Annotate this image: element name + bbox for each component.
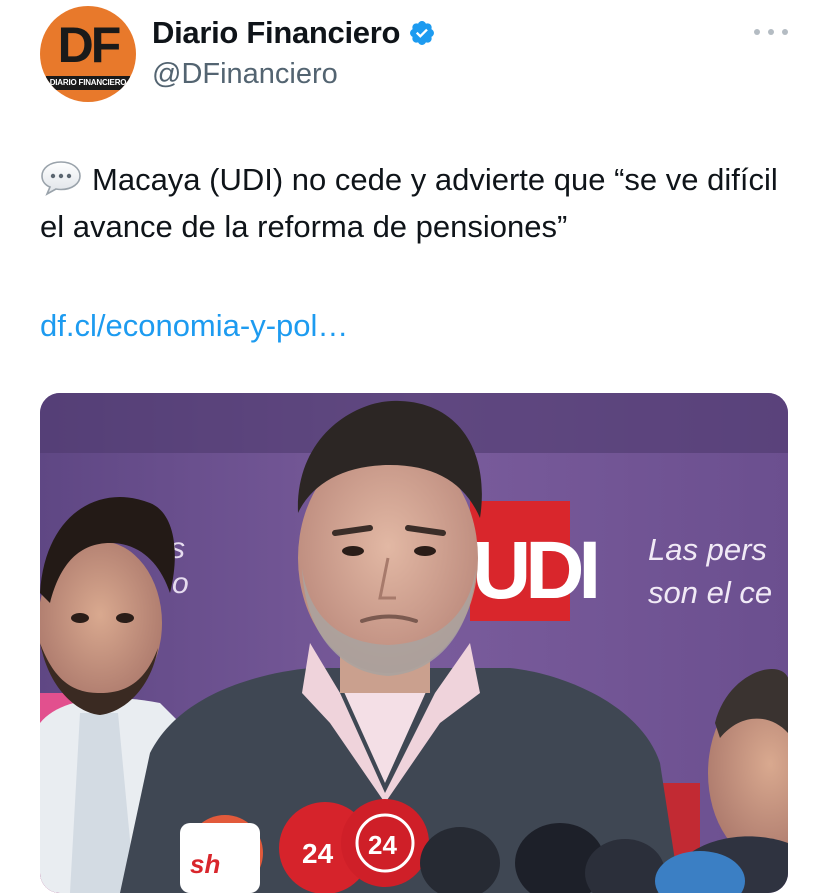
display-name[interactable]: Diario Financiero [152,14,400,52]
tweet-text: Macaya (UDI) no cede y advierte que “se … [40,162,778,244]
press-conference-photo: s o UDI Las pers son el ce sh 24 24 [40,393,788,893]
mic-label-a: 24 [302,838,334,869]
backdrop-logo: UDI [472,525,596,616]
more-dot [754,29,760,35]
more-dot [782,29,788,35]
tweet-media-photo[interactable]: s o UDI Las pers son el ce sh 24 24 [40,393,788,893]
account-avatar[interactable]: DF DIARIO FINANCIERO [40,6,136,102]
tweet-text-block: Macaya (UDI) no cede y advierte que “se … [40,156,790,250]
avatar-logo-letters: DF [57,17,122,73]
avatar-logo-band: DIARIO FINANCIERO [46,76,130,90]
account-handle[interactable]: @DFinanciero [152,56,338,92]
backdrop-text-right-1: Las pers [648,532,767,567]
speech-balloon-icon [41,161,81,196]
mic-label-b: 24 [368,830,397,860]
more-options-icon[interactable] [754,22,788,42]
tweet-card: DF DIARIO FINANCIERO Diario Financiero @… [0,0,827,893]
article-link[interactable]: df.cl/economia-y-pol… [40,302,348,349]
verified-badge-icon [410,21,435,45]
account-name-row[interactable]: Diario Financiero [152,14,436,52]
mic-brand-a: sh [190,849,220,879]
backdrop-text-right-2: son el ce [648,575,772,610]
more-dot [768,29,774,35]
backdrop-text-left-b: o [172,567,189,600]
